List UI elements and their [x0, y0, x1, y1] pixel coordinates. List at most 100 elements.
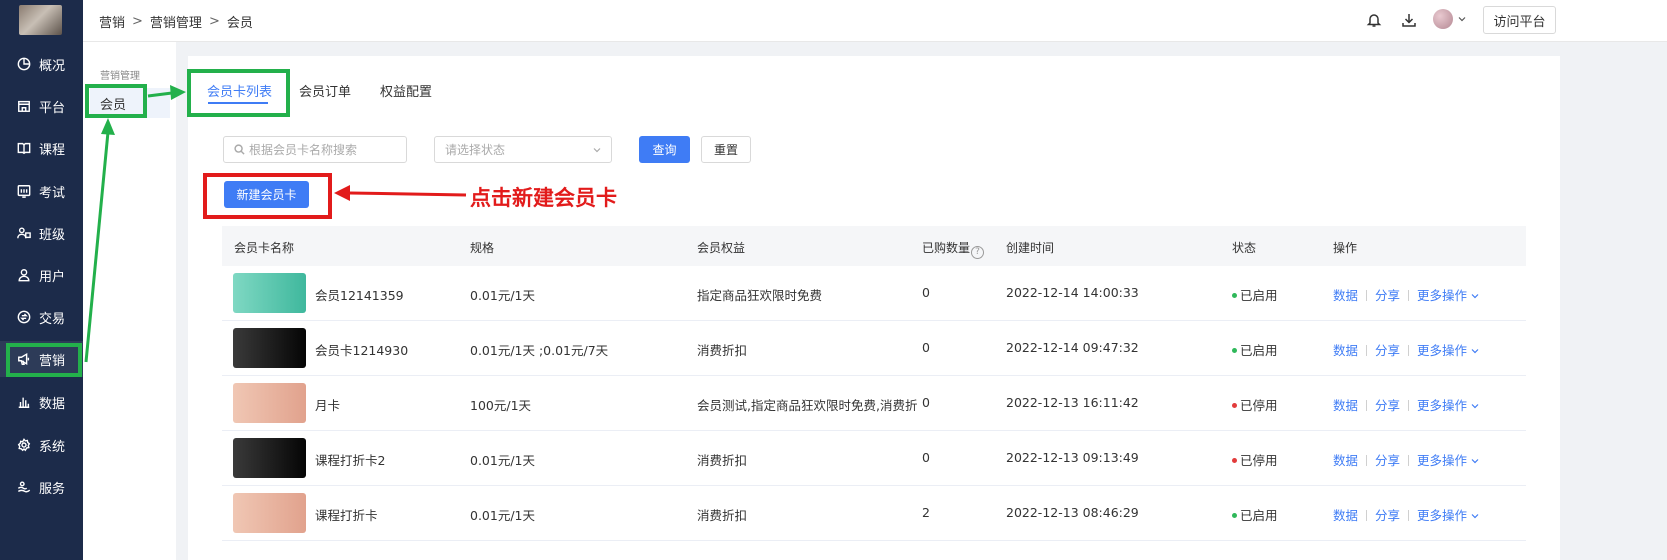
created-time: 2022-12-13 09:13:49: [1006, 450, 1139, 465]
column-header-bought: 已购数量?: [922, 239, 985, 259]
nav-item-service[interactable]: 服务: [0, 469, 83, 505]
data-link[interactable]: 数据: [1333, 508, 1358, 523]
logo-image[interactable]: [19, 5, 62, 35]
tab-benefit-config[interactable]: 权益配置: [380, 81, 432, 100]
scrollbar[interactable]: [1562, 56, 1567, 560]
more-actions-link[interactable]: 更多操作: [1417, 398, 1480, 413]
bell-icon[interactable]: [1365, 11, 1383, 29]
nav-item-data[interactable]: 数据: [0, 384, 83, 420]
nav-item-trade[interactable]: 交易: [0, 299, 83, 335]
bought-count: 0: [922, 285, 930, 300]
help-icon[interactable]: ?: [971, 246, 985, 259]
more-actions-label: 更多操作: [1417, 288, 1468, 303]
status-badge: 已启用: [1232, 340, 1278, 359]
nav-item-overview[interactable]: 概况: [0, 46, 83, 82]
nav-item-platform[interactable]: 平台: [0, 88, 83, 124]
tab-bar: 会员卡列表 会员订单 权益配置: [188, 72, 1560, 106]
nav-item-user[interactable]: 用户: [0, 257, 83, 293]
column-header: 会员卡名称: [234, 241, 295, 255]
nav-item-label: 交易: [39, 311, 66, 327]
share-link[interactable]: 分享: [1375, 508, 1400, 523]
nav-item-label: 班级: [39, 227, 66, 243]
row-actions: 数据 分享 更多操作: [1333, 505, 1480, 524]
card-spec: 0.01元/1天 ;0.01元/7天: [470, 343, 609, 358]
status-select[interactable]: 请选择状态: [434, 136, 612, 163]
more-actions-link[interactable]: 更多操作: [1417, 288, 1480, 303]
row-actions: 数据 分享 更多操作: [1333, 285, 1480, 304]
status-placeholder: 请选择状态: [445, 143, 506, 157]
group-icon: [17, 226, 31, 240]
share-link[interactable]: 分享: [1375, 288, 1400, 303]
data-link[interactable]: 数据: [1333, 288, 1358, 303]
divider: [1366, 455, 1368, 466]
megaphone-icon: [17, 352, 31, 366]
divider: [1408, 290, 1410, 301]
nav-item-exam[interactable]: 考试: [0, 173, 83, 209]
status-badge: 已启用: [1232, 505, 1278, 524]
card-benefit: 指定商品狂欢限时免费: [697, 288, 823, 303]
card-spec: 0.01元/1天: [470, 453, 535, 468]
chevron-down-icon: [1471, 294, 1479, 299]
divider: [1366, 400, 1368, 411]
bought-count: 0: [922, 395, 930, 410]
divider: [1366, 510, 1368, 521]
reset-button[interactable]: 重置: [701, 136, 751, 163]
create-member-card-button[interactable]: 新建会员卡: [224, 181, 309, 208]
breadcrumb-item[interactable]: 营销管理: [150, 12, 202, 31]
divider: [1366, 345, 1368, 356]
more-actions-label: 更多操作: [1417, 343, 1468, 358]
nav-item-system[interactable]: 系统: [0, 427, 83, 463]
download-icon[interactable]: [1400, 11, 1418, 29]
status-badge: 已停用: [1232, 450, 1278, 469]
card-spec: 0.01元/1天: [470, 508, 535, 523]
card-benefit: 消费折扣: [697, 508, 748, 523]
annotation-label: 点击新建会员卡: [470, 185, 617, 210]
top-header: 营销 > 营销管理 > 会员 访问平台: [83, 0, 1667, 42]
data-link[interactable]: 数据: [1333, 453, 1358, 468]
nav-item-course[interactable]: 课程: [0, 130, 83, 166]
table-row: 月卡 100元/1天 会员测试,指定商品狂欢限时免费,消费折扣 0 2022-12-13…: [222, 376, 1526, 431]
status-text: 已启用: [1240, 508, 1278, 523]
chevron-down-icon: [593, 148, 601, 153]
nav-item-label: 概况: [39, 58, 66, 74]
status-badge: 已停用: [1232, 395, 1278, 414]
card-benefit: 会员测试,指定商品狂欢限时免费,消费折扣: [697, 398, 917, 413]
tab-member-orders[interactable]: 会员订单: [299, 81, 351, 100]
more-actions-link[interactable]: 更多操作: [1417, 343, 1480, 358]
created-time: 2022-12-13 08:46:29: [1006, 505, 1139, 520]
created-time: 2022-12-14 09:47:32: [1006, 340, 1139, 355]
card-benefit: 消费折扣: [697, 343, 748, 358]
chevron-down-icon: [1471, 459, 1479, 464]
query-button[interactable]: 查询: [639, 136, 690, 163]
table-row: 会员12141359 0.01元/1天 指定商品狂欢限时免费 0 2022-12-14 …: [222, 266, 1526, 321]
search-icon: [234, 144, 245, 155]
visit-platform-button[interactable]: 访问平台: [1483, 6, 1556, 34]
status-dot: [1232, 348, 1237, 353]
subnav-item-member[interactable]: 会员: [90, 88, 170, 118]
breadcrumb-item[interactable]: 营销: [99, 12, 125, 31]
data-link[interactable]: 数据: [1333, 343, 1358, 358]
avatar[interactable]: [1433, 9, 1453, 29]
table-row: 会员卡1214930 0.01元/1天 ;0.01元/7天 消费折扣 0 2022-12…: [222, 321, 1526, 376]
share-link[interactable]: 分享: [1375, 398, 1400, 413]
nav-item-class[interactable]: 班级: [0, 215, 83, 251]
exam-icon: [17, 184, 31, 198]
card-spec: 0.01元/1天: [470, 288, 535, 303]
nav-item-label: 系统: [39, 439, 66, 455]
nav-item-marketing[interactable]: 营销: [0, 341, 83, 377]
more-actions-link[interactable]: 更多操作: [1417, 508, 1480, 523]
share-link[interactable]: 分享: [1375, 453, 1400, 468]
service-icon: [17, 480, 31, 494]
tab-member-card-list[interactable]: 会员卡列表: [207, 81, 272, 100]
more-actions-link[interactable]: 更多操作: [1417, 453, 1480, 468]
search-input[interactable]: 根据会员卡名称搜索: [223, 136, 407, 163]
chevron-down-icon[interactable]: [1457, 14, 1467, 24]
created-time: 2022-12-13 16:11:42: [1006, 395, 1139, 410]
card-thumbnail: [233, 328, 306, 368]
share-link[interactable]: 分享: [1375, 343, 1400, 358]
column-header: 会员权益: [697, 241, 746, 255]
bar-chart-icon: [17, 395, 31, 409]
divider: [1408, 510, 1410, 521]
data-link[interactable]: 数据: [1333, 398, 1358, 413]
table-header: 会员卡名称 规格 会员权益 已购数量? 创建时间 状态 操作: [222, 226, 1526, 266]
